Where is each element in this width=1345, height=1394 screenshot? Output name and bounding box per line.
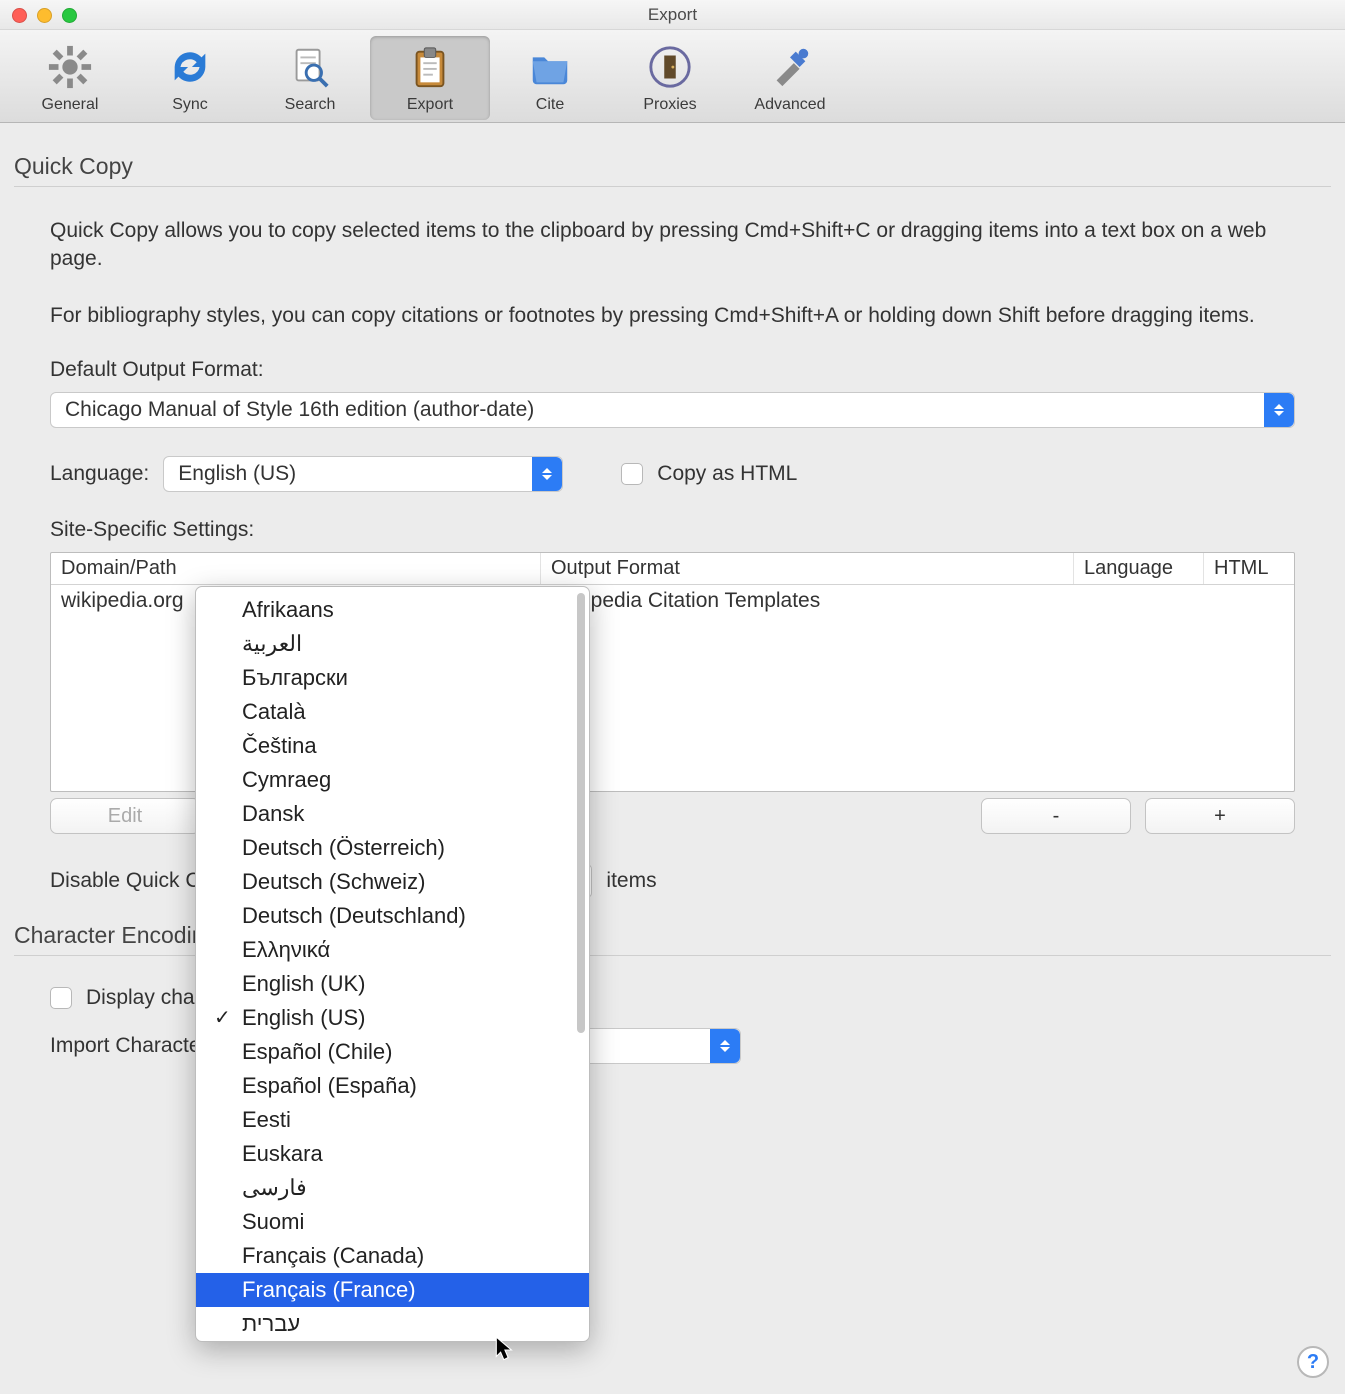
mouse-cursor-icon	[495, 1336, 517, 1364]
scrollbar-thumb[interactable]	[577, 593, 585, 1033]
language-dropdown-popup[interactable]: AfrikaansالعربيةБългарскиCatalàČeštinaCy…	[195, 586, 590, 1342]
window-controls	[12, 8, 77, 23]
tab-proxies[interactable]: Proxies	[610, 36, 730, 120]
language-option[interactable]: Deutsch (Österreich)	[196, 831, 589, 865]
clipboard-icon	[405, 42, 455, 92]
zoom-window-button[interactable]	[62, 8, 77, 23]
cell-html	[1204, 585, 1294, 617]
tab-cite[interactable]: Cite	[490, 36, 610, 120]
tab-advanced-label: Advanced	[730, 96, 850, 114]
language-option[interactable]: Dansk	[196, 797, 589, 831]
default-output-format-select[interactable]: Chicago Manual of Style 16th edition (au…	[50, 392, 1295, 428]
language-option[interactable]: Eesti	[196, 1103, 589, 1137]
sync-arrows-icon	[165, 42, 215, 92]
language-label: Language:	[50, 462, 149, 486]
minus-button[interactable]: -	[981, 798, 1131, 834]
copy-as-html-label: Copy as HTML	[657, 462, 797, 486]
language-option[interactable]: Deutsch (Deutschland)	[196, 899, 589, 933]
minimize-window-button[interactable]	[37, 8, 52, 23]
language-value: English (US)	[178, 462, 296, 486]
cell-language	[1074, 585, 1204, 617]
tab-sync-label: Sync	[130, 96, 250, 114]
tab-export-label: Export	[370, 96, 490, 114]
language-option[interactable]: Deutsch (Schweiz)	[196, 865, 589, 899]
tab-search-label: Search	[250, 96, 370, 114]
language-option[interactable]: English (UK)	[196, 967, 589, 1001]
quick-copy-desc-2: For bibliography styles, you can copy ci…	[50, 302, 1295, 330]
language-option[interactable]: Cymraeg	[196, 763, 589, 797]
language-option[interactable]: Español (España)	[196, 1069, 589, 1103]
language-option[interactable]: العربية	[196, 627, 589, 661]
display-encoding-checkbox[interactable]	[50, 987, 72, 1009]
close-window-button[interactable]	[12, 8, 27, 23]
language-option[interactable]: Suomi	[196, 1205, 589, 1239]
col-domain[interactable]: Domain/Path	[51, 553, 541, 584]
tab-advanced[interactable]: Advanced	[730, 36, 850, 120]
language-select[interactable]: English (US)	[163, 456, 563, 492]
tab-general-label: General	[10, 96, 130, 114]
language-option[interactable]: Čeština	[196, 729, 589, 763]
default-output-format-label: Default Output Format:	[50, 358, 1295, 382]
tab-cite-label: Cite	[490, 96, 610, 114]
col-output-format[interactable]: Output Format	[541, 553, 1074, 584]
tools-icon	[765, 42, 815, 92]
language-option[interactable]: Français (Canada)	[196, 1239, 589, 1273]
tab-search[interactable]: Search	[250, 36, 370, 120]
section-divider	[14, 186, 1331, 187]
plus-button[interactable]: +	[1145, 798, 1295, 834]
col-language[interactable]: Language	[1074, 553, 1204, 584]
language-option[interactable]: فارسی	[196, 1171, 589, 1205]
door-globe-icon	[645, 42, 695, 92]
tab-export[interactable]: Export	[370, 36, 490, 120]
copy-as-html-checkbox[interactable]	[621, 463, 643, 485]
chevron-updown-icon	[710, 1029, 740, 1063]
table-header: Domain/Path Output Format Language HTML	[51, 553, 1294, 585]
col-html[interactable]: HTML	[1204, 553, 1294, 584]
tab-general[interactable]: General	[10, 36, 130, 120]
folder-icon	[525, 42, 575, 92]
window-title: Export	[648, 5, 697, 25]
language-option[interactable]: Español (Chile)	[196, 1035, 589, 1069]
quick-copy-desc-1: Quick Copy allows you to copy selected i…	[50, 217, 1295, 274]
tab-proxies-label: Proxies	[610, 96, 730, 114]
help-icon: ?	[1307, 1351, 1319, 1374]
chevron-updown-icon	[532, 457, 562, 491]
chevron-updown-icon	[1264, 393, 1294, 427]
language-option[interactable]: Afrikaans	[196, 593, 589, 627]
language-option[interactable]: Euskara	[196, 1137, 589, 1171]
cell-format: Wikipedia Citation Templates	[541, 585, 1074, 617]
titlebar: Export	[0, 0, 1345, 30]
default-output-format-value: Chicago Manual of Style 16th edition (au…	[65, 398, 534, 422]
language-option[interactable]: Български	[196, 661, 589, 695]
disable-quick-copy-suffix: items	[606, 869, 656, 893]
language-option[interactable]: English (US)	[196, 1001, 589, 1035]
gear-icon	[45, 42, 95, 92]
tab-sync[interactable]: Sync	[130, 36, 250, 120]
quick-copy-heading: Quick Copy	[14, 153, 1331, 180]
help-button[interactable]: ?	[1297, 1346, 1329, 1378]
language-option[interactable]: Ελληνικά	[196, 933, 589, 967]
site-specific-settings-label: Site-Specific Settings:	[50, 518, 1295, 542]
edit-button[interactable]: Edit	[50, 798, 200, 834]
language-option[interactable]: Français (France)	[196, 1273, 589, 1307]
page-magnifier-icon	[285, 42, 335, 92]
prefs-toolbar: General Sync Search Export Cite Proxies	[0, 30, 1345, 123]
language-option[interactable]: עברית	[196, 1307, 589, 1341]
language-option[interactable]: Català	[196, 695, 589, 729]
